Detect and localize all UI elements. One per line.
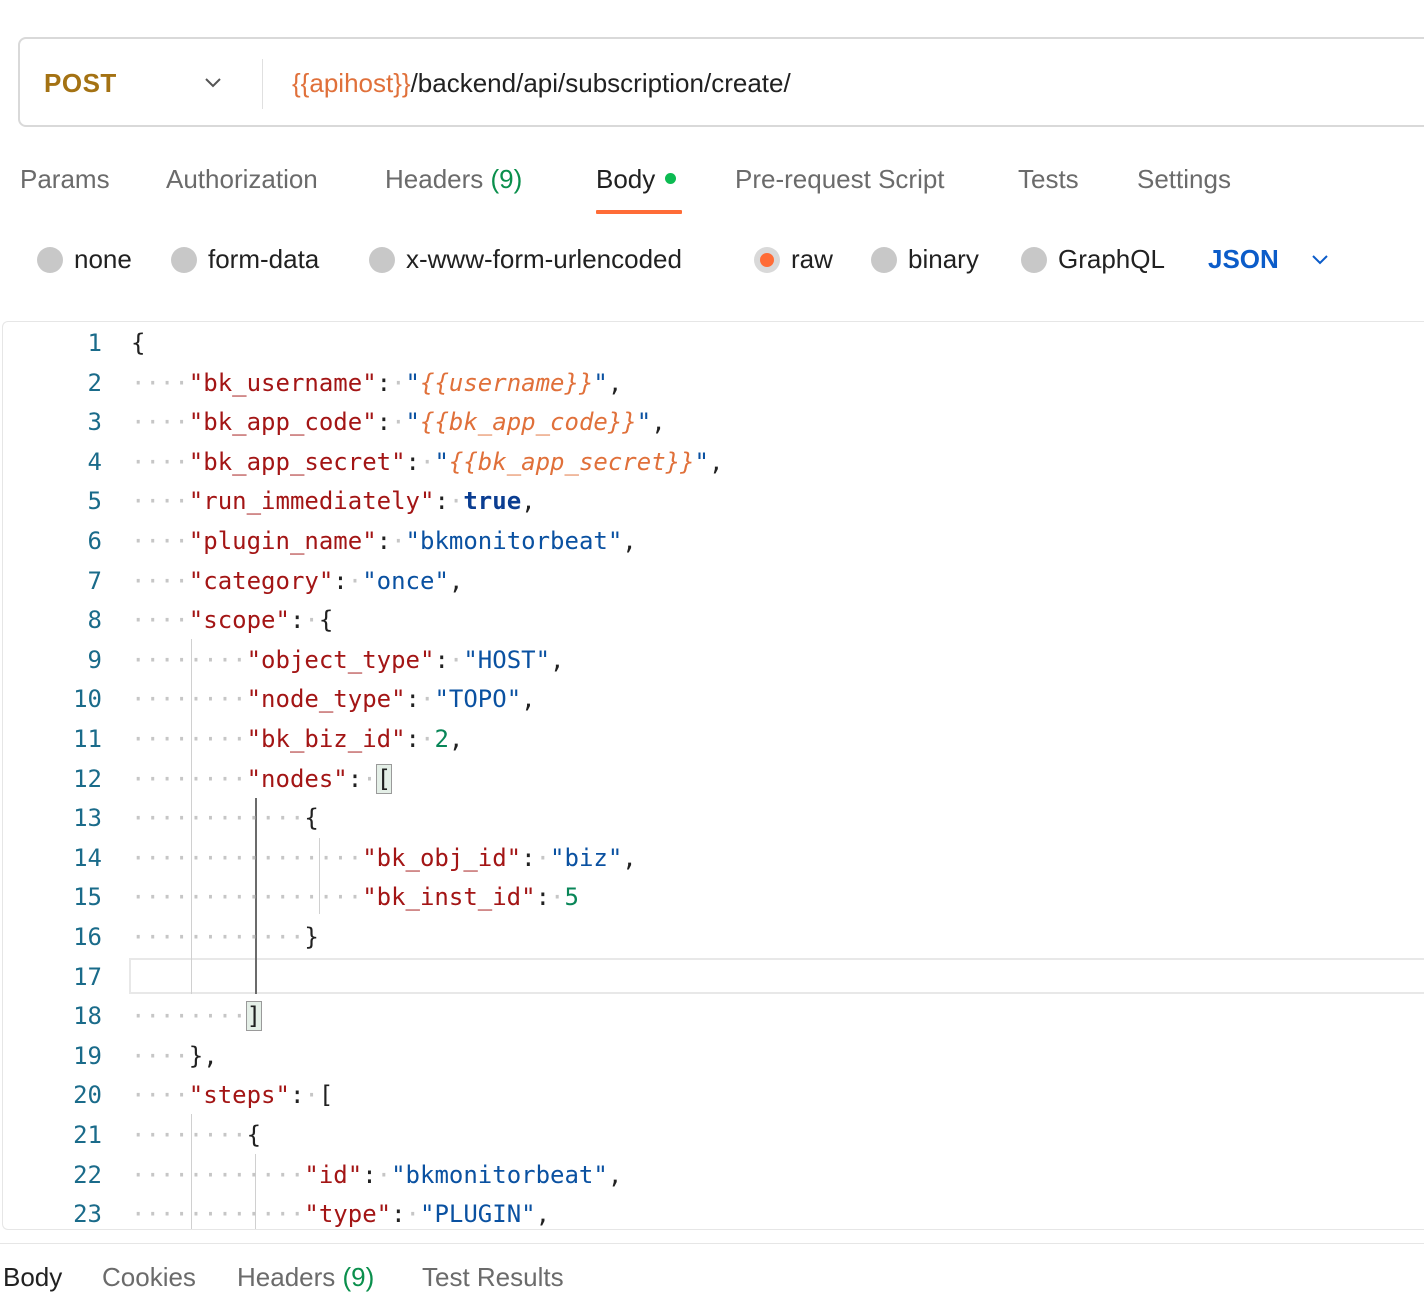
- code-line: 8 ····"scope":·{: [3, 601, 1424, 641]
- code-line: 5 ····"run_immediately":·true,: [3, 482, 1424, 522]
- body-type-binary-label: binary: [908, 244, 979, 274]
- line-number: 21: [73, 1121, 102, 1149]
- radio-icon: [871, 247, 897, 273]
- line-number: 10: [73, 685, 102, 714]
- code-line: 9 ········"object_type":·"HOST",: [3, 641, 1424, 681]
- tab-headers-label: Headers: [385, 164, 484, 194]
- tab-headers-count: (9): [490, 164, 523, 194]
- language-select[interactable]: JSON: [1208, 244, 1279, 275]
- code-line: 20 ····"steps":·[: [3, 1076, 1424, 1116]
- code-line: 21 ········{: [3, 1116, 1424, 1156]
- body-modified-dot: [665, 173, 677, 184]
- body-type-raw-label: raw: [791, 244, 833, 274]
- code-line: 11 ········"bk_biz_id":·2,: [3, 720, 1424, 760]
- code-editor[interactable]: 1{ 2 ····"bk_username":·"{{username}}", 3…: [2, 321, 1424, 1230]
- tab-body[interactable]: Body: [596, 164, 677, 195]
- code-line: 23 ············"type":·"PLUGIN",: [3, 1195, 1424, 1229]
- code-line: 10 ········"node_type":·"TOPO",: [3, 680, 1424, 720]
- line-number: 3: [87, 408, 102, 437]
- body-type-graphql-label: GraphQL: [1058, 244, 1165, 274]
- request-url-bar: POST {{apihost}}/backend/api/subscriptio…: [18, 37, 1424, 127]
- tab-settings[interactable]: Settings: [1137, 164, 1231, 195]
- radio-icon: [1021, 247, 1047, 273]
- body-type-none-label: none: [74, 244, 132, 274]
- url-variable: {{apihost}}: [292, 68, 411, 98]
- line-number: 12: [73, 764, 102, 793]
- code-line: 6 ····"plugin_name":·"bkmonitorbeat",: [3, 522, 1424, 562]
- tab-prerequest-script[interactable]: Pre-request Script: [735, 164, 945, 195]
- line-number: 6: [87, 527, 102, 555]
- code-line: 4 ····"bk_app_secret":·"{{bk_app_secret}}…: [3, 443, 1424, 483]
- response-divider: [0, 1243, 1424, 1244]
- line-number: 20: [73, 1081, 102, 1110]
- line-number: 13: [73, 804, 102, 833]
- code-line: 7 ····"category":·"once",: [3, 562, 1424, 602]
- line-number: 22: [73, 1160, 102, 1189]
- line-number: 8: [87, 606, 102, 635]
- code-line: 12 ········"nodes":·[: [3, 760, 1424, 800]
- response-tab-cookies[interactable]: Cookies: [102, 1262, 196, 1293]
- code-line: 19 ····},: [3, 1037, 1424, 1077]
- line-number: 2: [87, 368, 102, 397]
- radio-icon: [369, 247, 395, 273]
- radio-icon: [37, 247, 63, 273]
- tab-tests[interactable]: Tests: [1018, 164, 1079, 195]
- body-type-form-data[interactable]: form-data: [171, 244, 319, 275]
- line-number: 15: [73, 883, 102, 912]
- code-line: 3 ····"bk_app_code":·"{{bk_app_code}}",: [3, 403, 1424, 443]
- response-tab-test-results[interactable]: Test Results: [422, 1262, 564, 1293]
- body-type-form-data-label: form-data: [208, 244, 320, 274]
- response-tab-headers-label: Headers: [237, 1262, 336, 1292]
- response-tab-headers-count: (9): [342, 1262, 375, 1292]
- radio-checked-icon: [754, 247, 780, 273]
- response-tab-headers[interactable]: Headers (9): [237, 1262, 374, 1293]
- code-line: 22 ············"id":·"bkmonitorbeat",: [3, 1156, 1424, 1196]
- code-line: 13 ············{: [3, 799, 1424, 839]
- code-line: 15 ················"bk_inst_id":·5: [3, 878, 1424, 918]
- chevron-down-icon[interactable]: [1309, 248, 1331, 270]
- url-input[interactable]: {{apihost}}/backend/api/subscription/cre…: [292, 68, 791, 99]
- line-number: 18: [73, 1002, 102, 1031]
- tab-authorization[interactable]: Authorization: [166, 164, 318, 195]
- line-number: 17: [73, 962, 102, 991]
- line-number: 14: [73, 843, 102, 872]
- body-type-none[interactable]: none: [37, 244, 132, 275]
- line-number: 1: [87, 329, 102, 357]
- line-number: 7: [87, 566, 102, 595]
- code-line: 18 ········]: [3, 997, 1424, 1037]
- active-tab-indicator: [596, 210, 682, 214]
- line-number: 9: [87, 645, 102, 674]
- code-line: 17: [3, 958, 1424, 998]
- tab-body-label: Body: [596, 164, 656, 194]
- code-line: 2 ····"bk_username":·"{{username}}",: [3, 364, 1424, 404]
- body-type-binary[interactable]: binary: [871, 244, 979, 275]
- url-path: /backend/api/subscription/create/: [410, 68, 791, 98]
- line-number: 5: [87, 487, 102, 516]
- tab-params[interactable]: Params: [20, 164, 110, 195]
- code-line: 1{: [3, 324, 1424, 364]
- chevron-down-icon[interactable]: [202, 71, 224, 93]
- code-line: 14 ················"bk_obj_id":·"biz",: [3, 839, 1424, 879]
- response-tab-body[interactable]: Body: [3, 1262, 62, 1293]
- line-number: 11: [73, 725, 102, 753]
- url-divider: [262, 59, 263, 109]
- line-number: 19: [73, 1041, 102, 1070]
- line-number: 16: [73, 923, 102, 951]
- tab-headers[interactable]: Headers (9): [385, 164, 522, 195]
- body-type-raw[interactable]: raw: [754, 244, 833, 275]
- code-line: 16 ············}: [3, 918, 1424, 958]
- body-type-graphql[interactable]: GraphQL: [1021, 244, 1165, 275]
- body-type-urlencoded-label: x-www-form-urlencoded: [406, 244, 682, 274]
- body-type-urlencoded[interactable]: x-www-form-urlencoded: [369, 244, 682, 275]
- radio-icon: [171, 247, 197, 273]
- method-select[interactable]: POST: [44, 68, 117, 99]
- line-number: 4: [87, 447, 102, 476]
- line-number: 23: [73, 1200, 102, 1229]
